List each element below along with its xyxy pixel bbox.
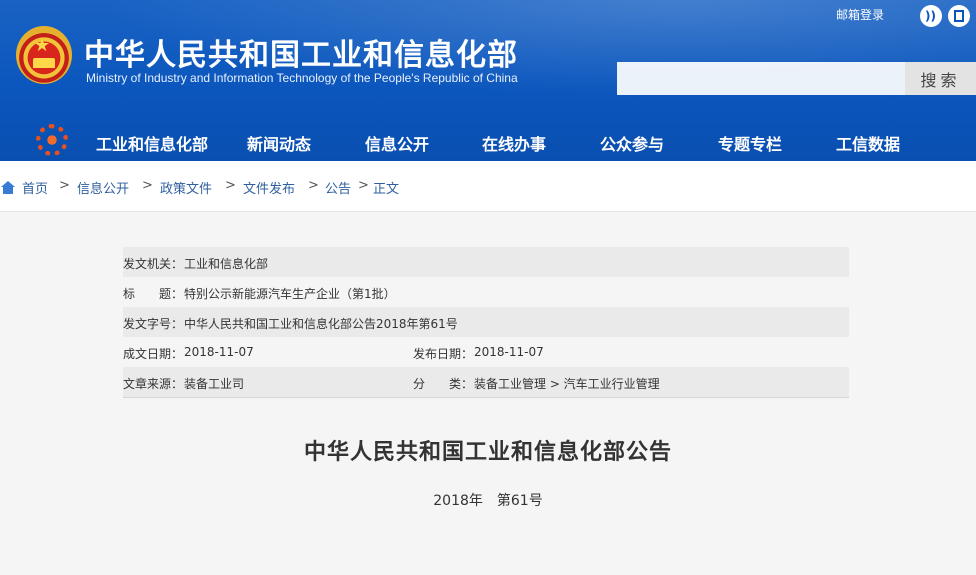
nav-item-news[interactable]: 新闻动态 [247,131,311,155]
meta-row-subject: 标 题： 特别公示新能源汽车生产企业（第1批） [123,277,849,307]
nav-item-public-participation[interactable]: 公众参与 [600,131,664,155]
category-value: 装备工业管理 > 汽车工业行业管理 [474,377,660,391]
app-icon[interactable] [948,5,970,27]
breadcrumb-separator: > [225,178,236,193]
national-emblem-logo[interactable]: ★ [16,26,72,84]
nav-item-special-topics[interactable]: 专题专栏 [718,131,782,155]
docnum-value: 中华人民共和国工业和信息化部公告2018年第61号 [184,317,458,331]
breadcrumb-separator: > [142,178,153,193]
ministry-gear-logo [36,124,68,156]
source-label: 文章来源： [123,377,184,391]
source-value: 装备工业司 [184,377,245,391]
subject-value: 特别公示新能源汽车生产企业（第1批） [184,287,396,301]
breadcrumb-separator: > [358,178,369,193]
breadcrumb-separator: > [308,178,319,193]
mail-login-link[interactable]: 邮箱登录 [836,6,884,23]
meta-row-issuer: 发文机关： 工业和信息化部 [123,247,849,277]
rss-glyph: )) [925,9,936,23]
issuer-label: 发文机关： [123,257,184,271]
meta-divider [123,397,849,398]
rss-icon[interactable]: )) [920,5,942,27]
nav-item-data[interactable]: 工信数据 [836,131,900,155]
subject-label: 标 题： [123,287,184,301]
meta-row-docnum: 发文字号： 中华人民共和国工业和信息化部公告2018年第61号 [123,307,849,337]
breadcrumb-home[interactable]: 首页 [22,178,48,197]
breadcrumb-info-disclosure[interactable]: 信息公开 [77,178,129,197]
meta-row-dates: 成文日期： 2018-11-07 发布日期： 2018-11-07 [123,337,849,367]
docnum-label: 发文字号： [123,317,184,331]
nav-item-ministry[interactable]: 工业和信息化部 [96,131,208,155]
document-title: 中华人民共和国工业和信息化部公告 [303,440,672,465]
breadcrumb-current: 正文 [373,182,400,197]
breadcrumb-file-release[interactable]: 文件发布 [243,178,295,197]
search-button[interactable]: 搜索 [905,62,976,95]
nav-item-online-services[interactable]: 在线办事 [482,131,546,155]
breadcrumb-separator: > [59,178,70,193]
nav-item-info-disclosure[interactable]: 信息公开 [365,131,429,155]
created-date-label: 成文日期： [123,347,184,361]
gate-icon [33,58,55,68]
issuer-value: 工业和信息化部 [184,257,269,271]
meta-row-source: 文章来源： 装备工业司 分 类： 装备工业管理 > 汽车工业行业管理 [123,367,849,397]
published-date-label: 发布日期： [413,347,474,361]
category-label: 分 类： [413,377,474,391]
breadcrumb-announcement[interactable]: 公告 [325,178,351,197]
site-subtitle: Ministry of Industry and Information Tec… [86,71,518,85]
published-date-value: 2018-11-07 [474,345,544,359]
created-date-value: 2018-11-07 [184,345,254,359]
document-number: 2018年 第61号 [433,493,543,509]
site-title[interactable]: 中华人民共和国工业和信息化部 [84,30,518,74]
site-header: ★ 中华人民共和国工业和信息化部 Ministry of Industry an… [0,0,976,161]
breadcrumb-policy-documents[interactable]: 政策文件 [160,178,212,197]
search-input[interactable] [617,62,905,95]
star-icon: ★ [34,35,51,56]
app-glyph [954,10,964,22]
home-icon [1,181,15,194]
